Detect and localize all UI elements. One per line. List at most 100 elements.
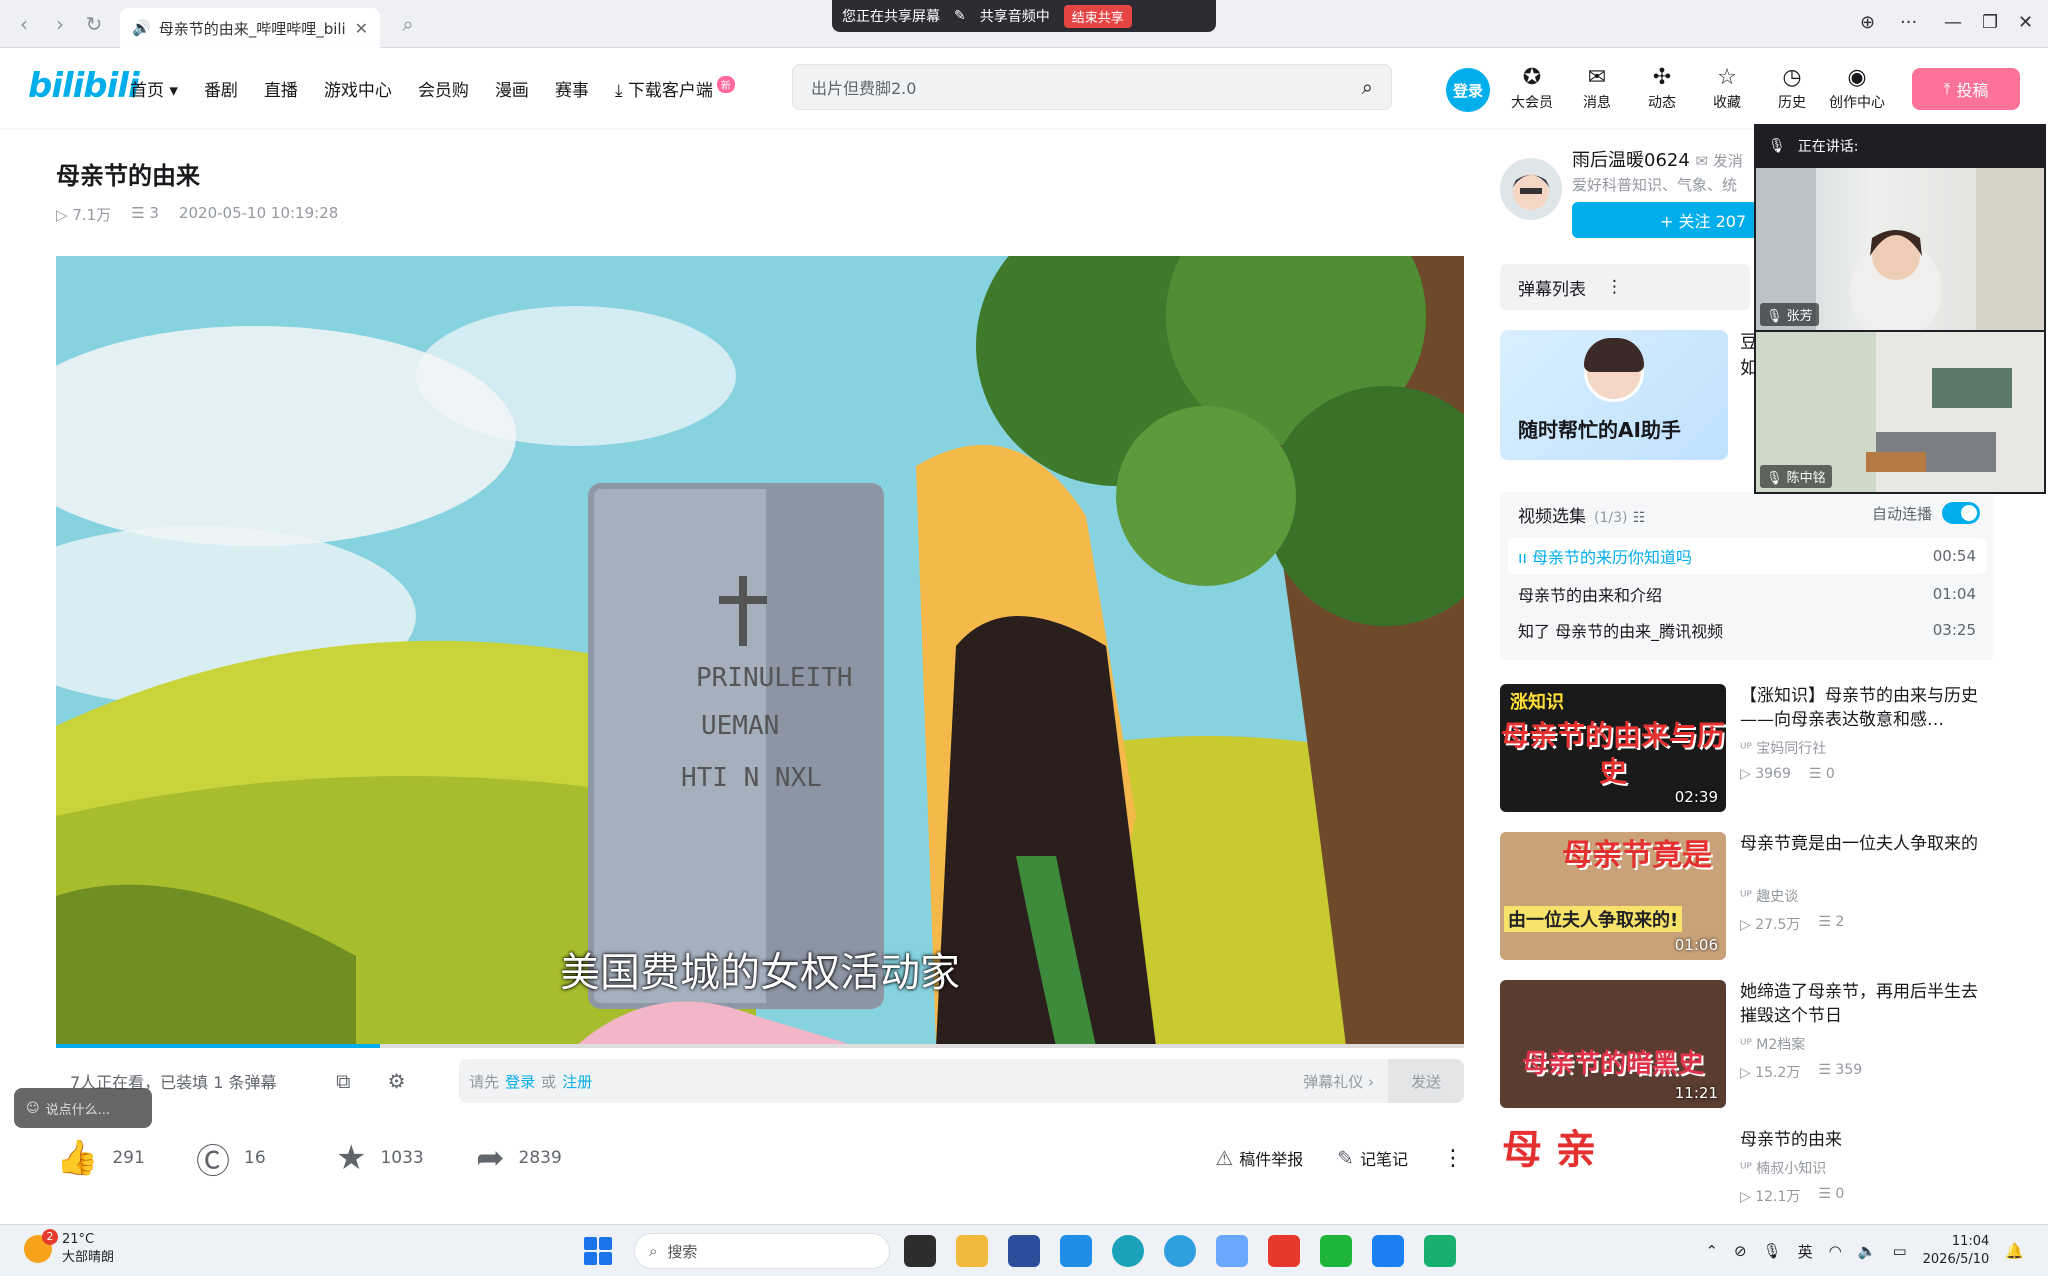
notes-button[interactable]: ✎ 记笔记 — [1337, 1146, 1408, 1170]
history-button[interactable]: ◷ 历史 — [1760, 64, 1824, 112]
toggle-switch[interactable] — [1942, 502, 1980, 524]
rec-title[interactable]: 她缔造了母亲节，再用后半生去摧毁这个节日 — [1740, 980, 1994, 1028]
taskbar-search[interactable]: ⌕ 搜索 — [634, 1233, 890, 1269]
rec-title[interactable]: 【涨知识】母亲节的由来与历史——向母亲表达敬意和感… — [1740, 684, 1994, 732]
coin-button[interactable]: Ⓒ 16 — [196, 1134, 336, 1183]
battery-icon[interactable]: ▭ — [1892, 1242, 1906, 1260]
store-icon[interactable] — [1008, 1235, 1040, 1267]
search-icon[interactable]: ⌕ — [1362, 75, 1373, 99]
app-icon[interactable] — [1060, 1235, 1092, 1267]
recommendation-item[interactable]: 母亲节竟是 由一位夫人争取来的! 01:06 母亲节竟是由一位夫人争取来的 ᵁᴾ… — [1500, 832, 1994, 962]
clock[interactable]: 11:04 2026/5/10 — [1923, 1233, 1990, 1269]
danmaku-etiquette-link[interactable]: 弹幕礼仪 › — [1303, 1071, 1374, 1092]
register-link[interactable]: 注册 — [562, 1071, 592, 1092]
notification-icon[interactable]: 🔔 — [2005, 1242, 2024, 1260]
share-audio[interactable]: 共享音频中 — [980, 6, 1050, 26]
nav-shop[interactable]: 会员购 — [418, 76, 469, 101]
back-icon[interactable]: ‹ — [12, 12, 36, 36]
danmaku-settings-icon[interactable]: ⚙ — [388, 1069, 420, 1093]
upload-button[interactable]: ⤒ 投稿 — [1912, 68, 2020, 110]
network-off-icon[interactable]: ⊘ — [1734, 1242, 1747, 1260]
rec-title[interactable]: 母亲节竟是由一位夫人争取来的 — [1740, 832, 1994, 880]
meeting-app-icon[interactable] — [1424, 1235, 1456, 1267]
recommendation-item[interactable]: 母 亲 母亲节的由来 ᵁᴾ 楠叔小知识 ▷ 12.1万 ☰ 0 — [1500, 1128, 1994, 1222]
restore-icon[interactable]: ❐ — [1982, 12, 1998, 33]
more-icon[interactable]: ⋮ — [1442, 1146, 1464, 1171]
favorites-button[interactable]: ☆ 收藏 — [1695, 64, 1759, 112]
nav-esports[interactable]: 赛事 — [555, 76, 589, 101]
mic-icon[interactable]: 🎙 — [1763, 1242, 1782, 1260]
nav-games[interactable]: 游戏中心 — [324, 76, 392, 101]
globe-icon[interactable]: ⊕ — [1860, 12, 1875, 33]
weather-widget[interactable]: 2 21°C 大部晴朗 — [24, 1229, 114, 1267]
reload-icon[interactable]: ↻ — [82, 12, 106, 36]
wechat-icon[interactable] — [1320, 1235, 1352, 1267]
uploader-avatar[interactable] — [1500, 158, 1562, 220]
video-player[interactable]: PRINULEITH UEMAN HTI N NXL 美国费城的女权活动家 — [56, 256, 1464, 1046]
search-icon[interactable]: ⌕ — [396, 12, 420, 36]
close-icon[interactable]: ✕ — [355, 19, 368, 38]
like-button[interactable]: 👍 291 — [56, 1138, 196, 1178]
more-icon[interactable]: ··· — [1900, 12, 1917, 33]
ime-indicator[interactable]: 英 — [1798, 1241, 1813, 1262]
danmaku-input[interactable]: 请先 登录 或 注册 弹幕礼仪 › 发送 — [459, 1059, 1464, 1103]
app-icon[interactable] — [1216, 1235, 1248, 1267]
rec-title[interactable]: 母亲节的由来 — [1740, 1128, 1994, 1152]
episode-item[interactable]: 知了 母亲节的由来_腾讯视频 03:25 — [1508, 612, 1986, 648]
episode-item[interactable]: ıı 母亲节的来历你知道吗 00:54 — [1508, 538, 1986, 574]
task-view-icon[interactable] — [904, 1235, 936, 1267]
wifi-icon[interactable]: ◠ — [1829, 1242, 1842, 1260]
wps-icon[interactable] — [1268, 1235, 1300, 1267]
login-link[interactable]: 登录 — [505, 1071, 535, 1092]
say-something-bubble[interactable]: ☺ 说点什么... — [14, 1088, 152, 1128]
window-close-icon[interactable]: ✕ — [2018, 12, 2033, 33]
autoplay-toggle[interactable]: 自动连播 — [1872, 502, 1980, 524]
forward-icon[interactable]: › — [48, 12, 72, 36]
file-explorer-icon[interactable] — [956, 1235, 988, 1267]
nav-anime[interactable]: 番剧 — [204, 76, 238, 101]
camera-tile[interactable]: 🎙 陈中铭 — [1756, 332, 2044, 492]
send-button[interactable]: 发送 — [1388, 1059, 1464, 1103]
rec-thumbnail[interactable]: 涨知识 母亲节的由来与历史 02:39 — [1500, 684, 1726, 812]
nav-manga[interactable]: 漫画 — [495, 76, 529, 101]
danmaku-list-header[interactable]: 弹幕列表 ⋮ — [1500, 264, 1750, 310]
recommendation-item[interactable]: 母亲节的暗黑史 11:21 她缔造了母亲节，再用后半生去摧毁这个节日 ᵁᴾ M2… — [1500, 980, 1994, 1110]
nav-live[interactable]: 直播 — [264, 76, 298, 101]
creator-button[interactable]: ◉ 创作中心 — [1825, 64, 1889, 112]
app-icon[interactable] — [1372, 1235, 1404, 1267]
search-input[interactable]: 出片但费脚2.0 — [811, 75, 1362, 99]
ai-assistant-banner[interactable]: 随时帮忙的AI助手 — [1500, 330, 1728, 460]
pen-icon[interactable]: ✎ — [954, 8, 966, 24]
rec-uploader[interactable]: ᵁᴾ 宝妈同行社 — [1740, 738, 1994, 758]
episode-item[interactable]: 母亲节的由来和介绍 01:04 — [1508, 576, 1986, 612]
rec-uploader[interactable]: ᵁᴾ 楠叔小知识 — [1740, 1158, 1994, 1178]
minimize-icon[interactable]: — — [1944, 12, 1962, 33]
nav-download[interactable]: ⤓ 下载客户端新 — [615, 76, 735, 101]
danmaku-toggle-icon[interactable]: ⧉ — [336, 1069, 368, 1093]
rec-thumbnail[interactable]: 母亲节竟是 由一位夫人争取来的! 01:06 — [1500, 832, 1726, 960]
report-button[interactable]: ⚠ 稿件举报 — [1215, 1146, 1303, 1170]
follow-button[interactable]: + 关注 207 — [1572, 202, 1758, 238]
recommendation-item[interactable]: 涨知识 母亲节的由来与历史 02:39 【涨知识】母亲节的由来与历史——向母亲表… — [1500, 684, 1994, 814]
favorite-button[interactable]: ★ 1033 — [336, 1138, 476, 1178]
chevron-up-icon[interactable]: ⌃ — [1705, 1242, 1718, 1260]
rec-thumbnail[interactable]: 母 亲 — [1500, 1128, 1726, 1222]
rec-uploader[interactable]: ᵁᴾ 趣史谈 — [1740, 886, 1994, 906]
share-button[interactable]: ➦ 2839 — [476, 1138, 616, 1178]
progress-bar[interactable] — [56, 1044, 1464, 1048]
dynamic-button[interactable]: ✣ 动态 — [1630, 64, 1694, 112]
camera-tile[interactable]: 🎙 张芳 — [1756, 168, 2044, 330]
edge-icon[interactable] — [1112, 1235, 1144, 1267]
vip-button[interactable]: ✪ 大会员 — [1500, 64, 1564, 112]
login-button[interactable]: 登录 — [1446, 68, 1490, 112]
end-share-button[interactable]: 结束共享 — [1063, 4, 1132, 28]
uploader-name[interactable]: 雨后温暖0624 ✉ 发消 — [1572, 146, 1743, 172]
volume-icon[interactable]: 🔈 — [1858, 1242, 1877, 1260]
browser-icon[interactable] — [1164, 1235, 1196, 1267]
windows-start-icon[interactable] — [584, 1237, 612, 1265]
nav-home[interactable]: 首页 ▾ — [130, 76, 178, 101]
rec-uploader[interactable]: ᵁᴾ M2档案 — [1740, 1034, 1994, 1054]
message-button[interactable]: ✉ 消息 — [1565, 64, 1629, 112]
rec-thumbnail[interactable]: 母亲节的暗黑史 11:21 — [1500, 980, 1726, 1108]
bilibili-logo[interactable]: bilibili — [28, 66, 140, 106]
